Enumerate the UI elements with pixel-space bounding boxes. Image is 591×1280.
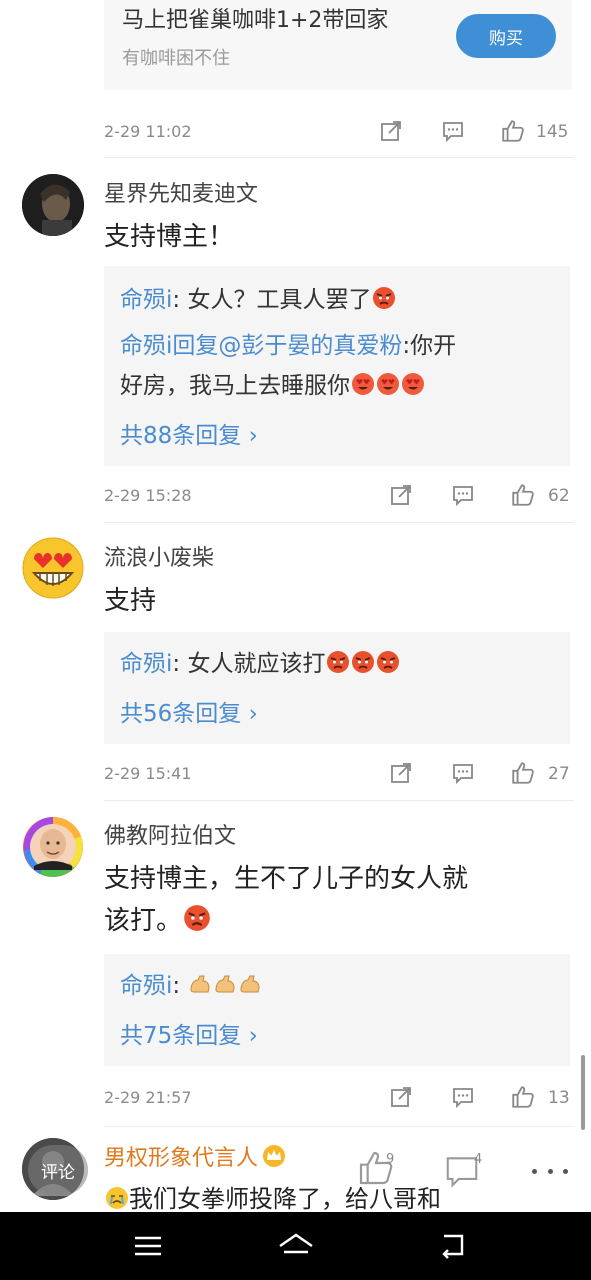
view-more-replies-link[interactable]: 共88条回复 › (120, 416, 258, 450)
muscle-emoji-icon (215, 975, 235, 993)
comment-meta-row: 2-29 21:57 13 (104, 1082, 574, 1112)
share-icon[interactable] (378, 118, 404, 144)
divider (104, 157, 574, 158)
angry-emoji-icon (377, 651, 400, 673)
timestamp: 2-29 21:57 (104, 1088, 192, 1107)
comment-text: 支持 (104, 586, 157, 616)
crown-badge-icon (263, 1145, 286, 1167)
reply-separator: 回复 (172, 333, 219, 359)
share-icon[interactable] (388, 482, 414, 508)
view-more-replies-link[interactable]: 共56条回复 › (120, 694, 258, 728)
love-emoji-icon (352, 373, 374, 395)
promo-subtitle: 有咖啡困不住 (122, 48, 230, 69)
share-icon[interactable] (388, 760, 414, 786)
reply-item: 命殒i: (120, 966, 262, 1006)
timestamp: 2-29 15:28 (104, 486, 192, 505)
like-icon[interactable] (510, 1084, 536, 1110)
reply-separator: : (172, 287, 188, 313)
reply-box[interactable]: 命殒i: 女人？工具人罢了 命殒i回复@彭于晏的真爱粉:你开 好房，我马上去睡服… (104, 266, 570, 466)
like-count: 145 (536, 122, 569, 142)
comment-input-button[interactable]: 评论 (28, 1145, 88, 1195)
promo-card[interactable]: 马上把雀巢咖啡1+2带回家 有咖啡困不住 购买 (104, 0, 572, 90)
comment-meta-row: 2-29 15:41 27 (104, 758, 574, 788)
angry-emoji-icon (352, 651, 375, 673)
divider (104, 522, 574, 523)
system-nav-bar (0, 1212, 591, 1280)
comment-text: 支持博主！ (104, 222, 235, 252)
reply-author[interactable]: 命殒i (120, 333, 172, 359)
divider (104, 800, 574, 801)
reply-text: :你开 (402, 333, 457, 359)
reply-author[interactable]: 命殒i (120, 287, 172, 313)
reply-box[interactable]: 命殒i: 女人就应该打 共56条回复 › (104, 632, 570, 744)
like-count: 62 (548, 486, 570, 506)
bottom-comment-count: 4 (474, 1152, 483, 1167)
reply-text: 女人就应该打 (187, 651, 326, 677)
avatar[interactable] (22, 537, 84, 599)
username[interactable]: 星界先知麦迪文 (104, 176, 258, 208)
username[interactable]: 佛教阿拉伯文 (104, 818, 236, 850)
reply-separator: : (172, 651, 188, 677)
like-icon[interactable] (500, 118, 526, 144)
mention-link[interactable]: @彭于晏的真爱粉 (218, 333, 402, 359)
comment-icon[interactable] (450, 760, 476, 786)
scrollbar[interactable] (581, 1055, 585, 1130)
love-emoji-icon (377, 373, 399, 395)
reply-item: 命殒i: 女人？工具人罢了 (120, 280, 396, 320)
buy-button[interactable]: 购买 (456, 14, 556, 58)
reply-text: 女人？工具人罢了 (187, 287, 372, 313)
timestamp: 2-29 11:02 (104, 122, 192, 141)
share-icon[interactable] (388, 1084, 414, 1110)
like-icon[interactable] (510, 760, 536, 786)
username[interactable]: 男权形象代言人 (104, 1140, 286, 1172)
reply-author[interactable]: 命殒i (120, 973, 172, 999)
comment-icon[interactable] (440, 118, 466, 144)
crying-emoji-icon (106, 1187, 128, 1209)
comment-text: 支持博主，生不了儿子的女人就 该打。 (104, 858, 554, 942)
angry-emoji-icon (184, 905, 210, 931)
comment-text-line: 该打。 (104, 906, 183, 936)
username-text: 男权形象代言人 (104, 1146, 259, 1171)
muscle-emoji-icon (190, 975, 210, 993)
reply-item: 命殒i: 女人就应该打 (120, 644, 400, 684)
more-icon[interactable] (532, 1158, 568, 1184)
comment-icon[interactable] (450, 482, 476, 508)
avatar[interactable] (22, 174, 84, 236)
like-icon[interactable] (510, 482, 536, 508)
timestamp: 2-29 15:41 (104, 764, 192, 783)
bottom-comment-button[interactable]: 4 (442, 1152, 488, 1198)
menu-icon[interactable] (128, 1228, 168, 1264)
angry-emoji-icon (373, 287, 396, 309)
avatar[interactable] (22, 816, 84, 878)
home-icon[interactable] (276, 1228, 316, 1264)
view-more-replies-link[interactable]: 共75条回复 › (120, 1016, 258, 1050)
back-icon[interactable] (432, 1228, 472, 1264)
love-emoji-icon (402, 373, 424, 395)
reply-box[interactable]: 命殒i: 共75条回复 › (104, 954, 570, 1066)
comment-meta-row: 2-29 15:28 62 (104, 480, 574, 510)
muscle-emoji-icon (240, 975, 260, 993)
reply-text: 好房，我马上去睡服你 (120, 373, 350, 399)
username[interactable]: 流浪小废柴 (104, 540, 214, 572)
reply-item-continued: 好房，我马上去睡服你 (120, 366, 425, 406)
weibo-comment-page: 马上把雀巢咖啡1+2带回家 有咖啡困不住 购买 2-29 11:02 145 星… (0, 0, 591, 1212)
comment-text-line: 支持博主，生不了儿子的女人就 (104, 864, 469, 894)
bottom-like-button[interactable]: 9 (356, 1148, 402, 1194)
comment-icon[interactable] (450, 1084, 476, 1110)
reply-author[interactable]: 命殒i (120, 651, 172, 677)
like-count: 13 (548, 1088, 570, 1108)
like-count: 27 (548, 764, 570, 784)
divider (104, 1126, 574, 1127)
angry-emoji-icon (327, 651, 350, 673)
reply-item: 命殒i回复@彭于晏的真爱粉:你开 (120, 326, 456, 366)
promo-title: 马上把雀巢咖啡1+2带回家 (122, 8, 389, 33)
reply-separator: : (172, 973, 188, 999)
bottom-like-count: 9 (386, 1152, 395, 1167)
post-meta-row: 2-29 11:02 145 (104, 116, 574, 146)
